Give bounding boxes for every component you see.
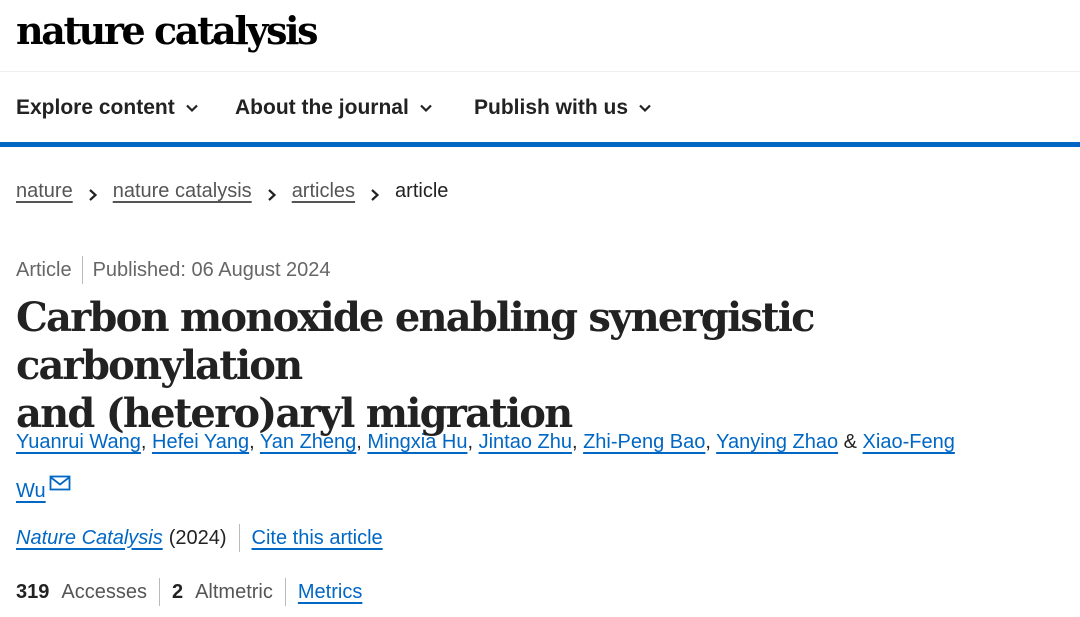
author-link[interactable]: Yuanrui Wang (16, 431, 141, 453)
citation-line: Nature Catalysis (2024) Cite this articl… (16, 524, 383, 552)
cite-divider (238, 524, 240, 552)
cite-this-article-link[interactable]: Cite this article (252, 527, 383, 550)
metrics-divider (284, 578, 286, 606)
metrics-link[interactable]: Metrics (298, 581, 362, 604)
author-conjunction: & (838, 431, 863, 453)
journal-link[interactable]: Nature Catalysis (16, 527, 163, 550)
publication-year: (2024) (168, 526, 227, 549)
author-separator: , (705, 431, 717, 453)
article-meta: Article Published: 06 August 2024 (16, 256, 331, 284)
breadcrumb-current: article (395, 180, 449, 202)
author-separator: , (140, 431, 153, 453)
chevron-right-icon (266, 185, 278, 201)
breadcrumb-link-articles[interactable]: articles (292, 180, 355, 203)
accesses-count: 319 (16, 580, 50, 603)
envelope-icon[interactable] (49, 464, 71, 491)
author-link-corresponding-part-2[interactable]: Wu (16, 480, 46, 502)
article-title: Carbon monoxide enabling synergistic car… (16, 294, 1056, 438)
author-link[interactable]: Yan Zheng (260, 431, 356, 453)
chevron-right-icon (87, 185, 99, 201)
metrics-divider (158, 578, 160, 606)
main-nav: Explore content About the journal Publis… (0, 72, 1080, 147)
accesses-label: Accesses (61, 580, 147, 603)
author-link[interactable]: Hefei Yang (152, 431, 249, 453)
published-date: Published: 06 August 2024 (92, 258, 331, 281)
breadcrumb: nature nature catalysis articles article (16, 180, 448, 203)
breadcrumb-link-nature-catalysis[interactable]: nature catalysis (113, 180, 252, 203)
article-title-line-1: Carbon monoxide enabling synergistic car… (16, 294, 816, 389)
breadcrumb-link-nature[interactable]: nature (16, 180, 73, 203)
article-type: Article (16, 258, 72, 281)
author-link[interactable]: Yanying Zhao (716, 431, 838, 453)
chevron-right-icon (369, 185, 381, 201)
altmetric-label: Altmetric (195, 580, 273, 603)
meta-divider (81, 256, 83, 284)
journal-logo[interactable]: nature catalysis (16, 8, 319, 53)
altmetric-score: 2 (171, 580, 184, 603)
author-separator: , (249, 431, 260, 453)
masthead: nature catalysis (0, 0, 1080, 72)
nav-about-the-journal-label: About the journal (235, 96, 409, 119)
author-link[interactable]: Mingxia Hu (367, 431, 467, 453)
nav-publish-with-us[interactable]: Publish with us (474, 96, 652, 120)
chevron-down-icon (638, 101, 652, 115)
chevron-down-icon (185, 101, 199, 115)
nav-publish-with-us-label: Publish with us (474, 96, 629, 119)
nav-explore-content[interactable]: Explore content (16, 96, 199, 120)
author-list: Yuanrui Wang, Hefei Yang, Yan Zheng, Min… (16, 421, 1066, 513)
author-link[interactable]: Jintao Zhu (479, 431, 572, 453)
author-separator: , (467, 431, 479, 453)
chevron-down-icon (419, 101, 433, 115)
nav-about-the-journal[interactable]: About the journal (235, 96, 433, 120)
author-link[interactable]: Zhi-Peng Bao (583, 431, 705, 453)
nav-explore-content-label: Explore content (16, 96, 175, 119)
author-separator: , (571, 431, 584, 453)
article-metrics: 319 Accesses 2 Altmetric Metrics (16, 578, 362, 606)
author-separator: , (356, 431, 368, 453)
author-link-corresponding-part-1[interactable]: Xiao-Feng (863, 431, 955, 453)
